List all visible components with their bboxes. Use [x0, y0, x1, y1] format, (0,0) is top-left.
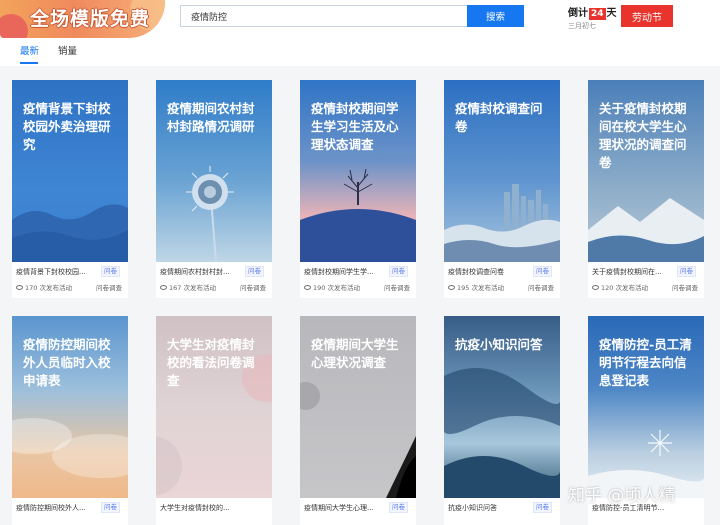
zhihu-watermark: 知乎 @顷人精 [568, 486, 676, 506]
template-card[interactable]: 抗疫小知识问答 抗疫小知识问答 问卷 [444, 316, 560, 525]
card-name: 疫情封校期间学生学... [304, 268, 374, 276]
card-usage-count: 120 次发布活动 [592, 282, 648, 292]
card-usage-count: 190 次发布活动 [304, 282, 360, 292]
promo-text: 全场模版免费 [30, 8, 151, 30]
card-cover: 疫情防控期间校外人员临时入校申请表 [12, 316, 128, 498]
card-name: 疫情期间大学生心理... [304, 504, 374, 512]
card-usage-count: 195 次发布活动 [448, 282, 504, 292]
active-tab-indicator [20, 62, 38, 64]
card-cover-title: 疫情期间大学生心理状况调查 [311, 337, 399, 370]
card-category: 问卷调查 [96, 284, 122, 292]
template-card[interactable]: 疫情封校期间学生学习生活及心理状态调查 疫情封校期间学生学... 问卷 190 … [300, 80, 416, 298]
card-cover-title: 关于疫情封校期间在校大学生心理状况的调查问卷 [599, 101, 687, 170]
countdown-days: 24 [589, 8, 606, 20]
card-cover-title: 大学生对疫情封校的看法问卷调查 [167, 337, 255, 388]
eye-icon [160, 285, 167, 290]
card-name: 抗疫小知识问答 [448, 504, 497, 512]
search-button[interactable]: 搜索 [467, 5, 524, 27]
card-meta: 疫情期间农村封村封... 问卷 167 次发布活动 问卷调查 [156, 262, 272, 302]
card-cover-title: 疫情封校调查问卷 [455, 101, 543, 134]
card-cover-title: 疫情封校期间学生学习生活及心理状态调查 [311, 101, 399, 152]
card-cover-title: 疫情防控-员工清明节行程去向信息登记表 [599, 337, 692, 388]
card-name: 大学生对疫情封校的... [160, 504, 230, 512]
card-cover: 疫情封校调查问卷 [444, 80, 560, 262]
card-category: 问卷调查 [528, 284, 554, 292]
card-cover-title: 抗疫小知识问答 [455, 337, 543, 352]
countdown-prefix: 倒计 [568, 8, 588, 19]
labor-day-button[interactable]: 劳动节 [621, 5, 673, 27]
card-category: 问卷调查 [672, 284, 698, 292]
template-card[interactable]: 疫情背景下封校校园外卖治理研究 疫情背景下封校校园... 问卷 170 次发布活… [12, 80, 128, 298]
template-card[interactable]: 大学生对疫情封校的看法问卷调查 大学生对疫情封校的... [156, 316, 272, 525]
template-card[interactable]: 疫情封校调查问卷 疫情封校调查问卷 问卷 195 次发布活动 问卷调查 [444, 80, 560, 298]
top-bar: 全场模版免费 搜索 倒计24天 三月初七 劳动节 [0, 0, 720, 40]
eye-icon [448, 285, 455, 290]
card-cover-title: 疫情防控期间校外人员临时入校申请表 [23, 337, 111, 388]
card-meta: 疫情封校调查问卷 问卷 195 次发布活动 问卷调查 [444, 262, 560, 302]
eye-icon [304, 285, 311, 290]
card-type-badge: 问卷 [389, 502, 408, 513]
card-cover: 疫情防控-员工清明节行程去向信息登记表 [588, 316, 704, 498]
template-card[interactable]: 疫情期间大学生心理状况调查 疫情期间大学生心理... 问卷 [300, 316, 416, 525]
card-meta: 大学生对疫情封校的... [156, 498, 272, 525]
card-cover: 大学生对疫情封校的看法问卷调查 [156, 316, 272, 498]
card-cover: 关于疫情封校期间在校大学生心理状况的调查问卷 [588, 80, 704, 262]
card-meta: 关于疫情封校期间在... 问卷 120 次发布活动 问卷调查 [588, 262, 704, 302]
sort-tabs: 最新 销量 [0, 40, 720, 66]
template-card[interactable]: 疫情期间农村封村封路情况调研 疫情期间农村封村封... 问卷 167 次发布活动… [156, 80, 272, 298]
card-meta: 疫情期间大学生心理... 问卷 [300, 498, 416, 525]
card-type-badge: 问卷 [533, 266, 552, 277]
search-input[interactable] [180, 5, 467, 27]
card-meta: 疫情封校期间学生学... 问卷 190 次发布活动 问卷调查 [300, 262, 416, 302]
card-cover: 疫情期间农村封村封路情况调研 [156, 80, 272, 262]
card-type-badge: 问卷 [101, 266, 120, 277]
card-meta: 疫情防控期间校外人... 问卷 [12, 498, 128, 525]
card-meta: 抗疫小知识问答 问卷 [444, 498, 560, 525]
tab-latest[interactable]: 最新 [20, 43, 39, 57]
card-usage-count: 170 次发布活动 [16, 282, 72, 292]
card-usage-count: 167 次发布活动 [160, 282, 216, 292]
card-type-badge: 问卷 [677, 266, 696, 277]
card-cover-title: 疫情期间农村封村封路情况调研 [167, 101, 255, 134]
template-card[interactable]: 关于疫情封校期间在校大学生心理状况的调查问卷 关于疫情封校期间在... 问卷 1… [588, 80, 704, 298]
card-category: 问卷调查 [240, 284, 266, 292]
card-name: 疫情期间农村封村封... [160, 268, 230, 276]
card-type-badge: 问卷 [389, 266, 408, 277]
holiday-countdown: 倒计 24 天 三月初七 [568, 4, 623, 32]
free-templates-promo-banner[interactable]: 全场模版免费 [0, 0, 165, 38]
card-meta: 疫情背景下封校校园... 问卷 170 次发布活动 问卷调查 [12, 262, 128, 302]
card-cover: 疫情封校期间学生学习生活及心理状态调查 [300, 80, 416, 262]
card-category: 问卷调查 [384, 284, 410, 292]
eye-icon [16, 285, 23, 290]
card-name: 关于疫情封校期间在... [592, 268, 662, 276]
card-cover: 疫情期间大学生心理状况调查 [300, 316, 416, 498]
card-type-badge: 问卷 [533, 502, 552, 513]
tab-sales[interactable]: 销量 [58, 43, 77, 57]
card-cover: 抗疫小知识问答 [444, 316, 560, 498]
countdown-suffix: 天 [606, 8, 617, 19]
countdown-lunar-date: 三月初七 [568, 22, 596, 30]
search-bar: 搜索 [180, 5, 524, 27]
promo-decoration [0, 14, 28, 38]
card-name: 疫情封校调查问卷 [448, 268, 504, 276]
card-name: 疫情背景下封校校园... [16, 268, 86, 276]
card-cover-title: 疫情背景下封校校园外卖治理研究 [23, 101, 111, 152]
card-cover: 疫情背景下封校校园外卖治理研究 [12, 80, 128, 262]
card-type-badge: 问卷 [245, 266, 264, 277]
card-name: 疫情防控期间校外人... [16, 504, 86, 512]
eye-icon [592, 285, 599, 290]
template-card[interactable]: 疫情防控期间校外人员临时入校申请表 疫情防控期间校外人... 问卷 [12, 316, 128, 525]
card-type-badge: 问卷 [101, 502, 120, 513]
